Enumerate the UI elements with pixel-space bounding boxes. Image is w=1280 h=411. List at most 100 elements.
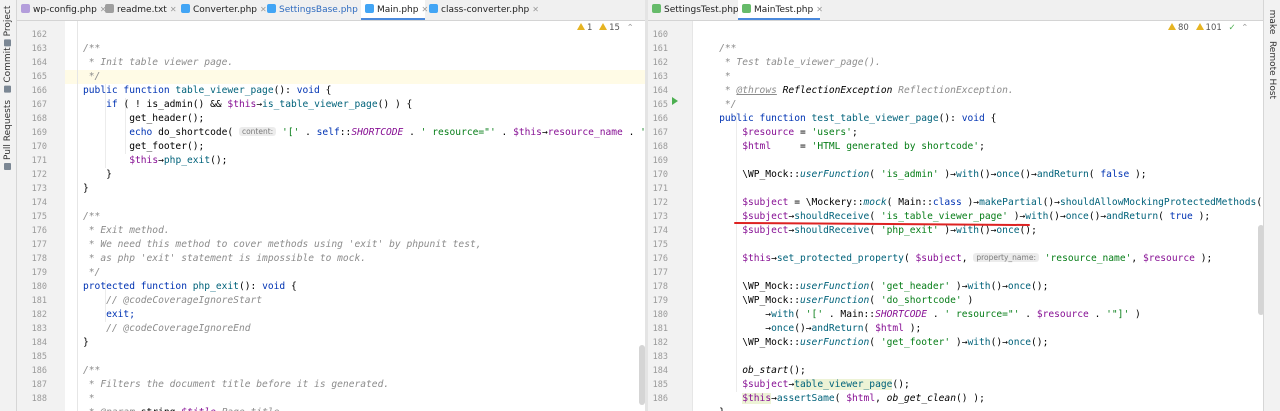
tool-window-project[interactable]: Project <box>3 6 13 47</box>
code-line: exit; <box>106 309 135 320</box>
line-number: 181 <box>652 324 668 334</box>
close-icon[interactable]: ✕ <box>816 5 823 14</box>
line-number: 183 <box>652 352 668 362</box>
line-number: 186 <box>652 394 668 404</box>
code-line: /** <box>719 43 737 54</box>
tool-label-make: make <box>1267 9 1277 35</box>
line-number: 180 <box>652 310 668 320</box>
right-editor-pane: SettingsTest.php✕ MainTest.php✕ 80 101 ✓… <box>648 0 1264 411</box>
line-number: 182 <box>31 310 47 320</box>
code-line: * Init table viewer page. <box>83 57 234 68</box>
code-line: * <box>719 71 731 82</box>
tool-label-project: Project <box>3 5 13 37</box>
tool-window-remote-host[interactable]: Remote Host <box>1267 41 1277 99</box>
php-class-icon <box>181 4 190 13</box>
line-number: 172 <box>31 170 47 180</box>
line-number: 182 <box>652 338 668 348</box>
line-number: 178 <box>31 254 47 264</box>
tab-label: SettingsTest.php <box>664 5 739 15</box>
code-line: * as php 'exit' statement is impossible … <box>83 253 367 264</box>
line-number: 179 <box>31 268 47 278</box>
line-number: 169 <box>652 156 668 166</box>
php-class-icon <box>429 4 438 13</box>
tab-main[interactable]: Main.php ✕ <box>361 0 428 20</box>
line-number: 176 <box>652 254 668 264</box>
code-line: * Filters the document title before it i… <box>83 379 390 390</box>
line-number: 180 <box>31 282 47 292</box>
line-number: 184 <box>652 366 668 376</box>
parameter-hint: property_name: <box>973 253 1039 262</box>
tab-label: Main.php <box>377 5 419 15</box>
code-line: public function table_viewer_page(): voi… <box>83 85 332 96</box>
line-number: 185 <box>652 380 668 390</box>
left-code-area[interactable]: /** * Init table viewer page. */ public … <box>83 28 647 411</box>
tab-readme[interactable]: readme.txt ✕ <box>101 0 177 20</box>
tab-label: class-converter.php <box>441 5 530 15</box>
php-test-icon <box>652 4 661 13</box>
line-number: 162 <box>652 58 668 68</box>
code-line: * Test table_viewer_page(). <box>719 57 881 68</box>
line-number: 185 <box>31 352 47 362</box>
line-number: 162 <box>31 30 47 40</box>
line-number: 166 <box>31 86 47 96</box>
tab-main-test[interactable]: MainTest.php ✕ <box>738 0 823 20</box>
code-line: * @throws ReflectionException Reflection… <box>719 85 1014 96</box>
close-icon[interactable]: ✕ <box>170 5 177 14</box>
code-line: $subject = \Mockery::mock( Main::class )… <box>742 197 1264 208</box>
close-icon[interactable]: ✕ <box>532 5 539 14</box>
code-line: if ( ! is_admin() && $this→is_table_view… <box>106 99 413 110</box>
tool-window-commit[interactable]: Commit <box>3 47 13 93</box>
tab-class-converter[interactable]: class-converter.php ✕ <box>425 0 539 20</box>
pull-request-icon <box>4 163 11 171</box>
line-number: 165 <box>31 72 47 82</box>
code-line: echo do_shortcode( content: '[' . self::… <box>129 127 647 138</box>
line-number: 172 <box>652 198 668 208</box>
left-editor-tabs: wp-config.php ✕ readme.txt ✕ Converter.php… <box>17 0 647 21</box>
code-line: * @param string $title Page title. <box>83 407 285 411</box>
code-line: $this→set_protected_property( $subject, … <box>742 253 1213 264</box>
tab-wp-config[interactable]: wp-config.php ✕ <box>17 0 107 20</box>
line-number: 183 <box>31 324 47 334</box>
line-number: 160 <box>652 30 668 40</box>
code-line: * Exit method. <box>83 225 170 236</box>
code-line: /** <box>83 365 101 376</box>
line-number: 176 <box>31 226 47 236</box>
line-number: 187 <box>31 380 47 390</box>
right-code-area[interactable]: /** * Test table_viewer_page(). * * @thr… <box>696 28 1264 411</box>
right-tool-strip: make Remote Host <box>1263 0 1280 411</box>
line-number: 163 <box>31 44 47 54</box>
line-number: 175 <box>31 212 47 222</box>
code-line: \WP_Mock::userFunction( 'get_footer' )→w… <box>696 337 1049 348</box>
code-line: $resource = 'users'; <box>742 127 858 138</box>
tab-label: Converter.php <box>193 5 257 15</box>
php-class-icon <box>365 4 374 13</box>
tab-settings-test[interactable]: SettingsTest.php✕ <box>648 0 748 20</box>
commit-icon <box>4 85 11 93</box>
code-line: $html = 'HTML generated by shortcode'; <box>742 141 985 152</box>
code-line: ob_start(); <box>742 365 806 376</box>
code-line: */ <box>83 71 101 82</box>
line-number: 178 <box>652 282 668 292</box>
line-number: 174 <box>652 226 668 236</box>
line-number: 166 <box>652 114 668 124</box>
tool-label-pull-requests: Pull Requests <box>3 99 13 161</box>
code-line: } <box>696 407 725 411</box>
tab-settings-base[interactable]: SettingsBase.php✕ <box>263 0 368 20</box>
code-line: get_footer(); <box>83 141 205 152</box>
line-number: 174 <box>31 198 47 208</box>
line-number: 163 <box>652 72 668 82</box>
tool-label-remote-host: Remote Host <box>1267 40 1277 100</box>
tool-window-make[interactable]: make <box>1267 10 1277 35</box>
run-test-icon[interactable] <box>672 97 678 105</box>
gutter-separator <box>692 21 693 411</box>
line-number: 175 <box>652 240 668 250</box>
tab-label: wp-config.php <box>33 5 97 15</box>
parameter-hint: content: <box>238 127 277 136</box>
left-editor-pane: wp-config.php ✕ readme.txt ✕ Converter.php… <box>17 0 647 411</box>
tool-window-pull-requests[interactable]: Pull Requests <box>3 99 13 171</box>
tab-converter[interactable]: Converter.php ✕ <box>177 0 267 20</box>
right-editor-tabs: SettingsTest.php✕ MainTest.php✕ <box>648 0 1264 21</box>
code-line: →with( '[' . Main::SHORTCODE . ' resourc… <box>696 309 1141 320</box>
line-number: 165 <box>652 100 668 110</box>
php-file-icon <box>21 4 30 13</box>
